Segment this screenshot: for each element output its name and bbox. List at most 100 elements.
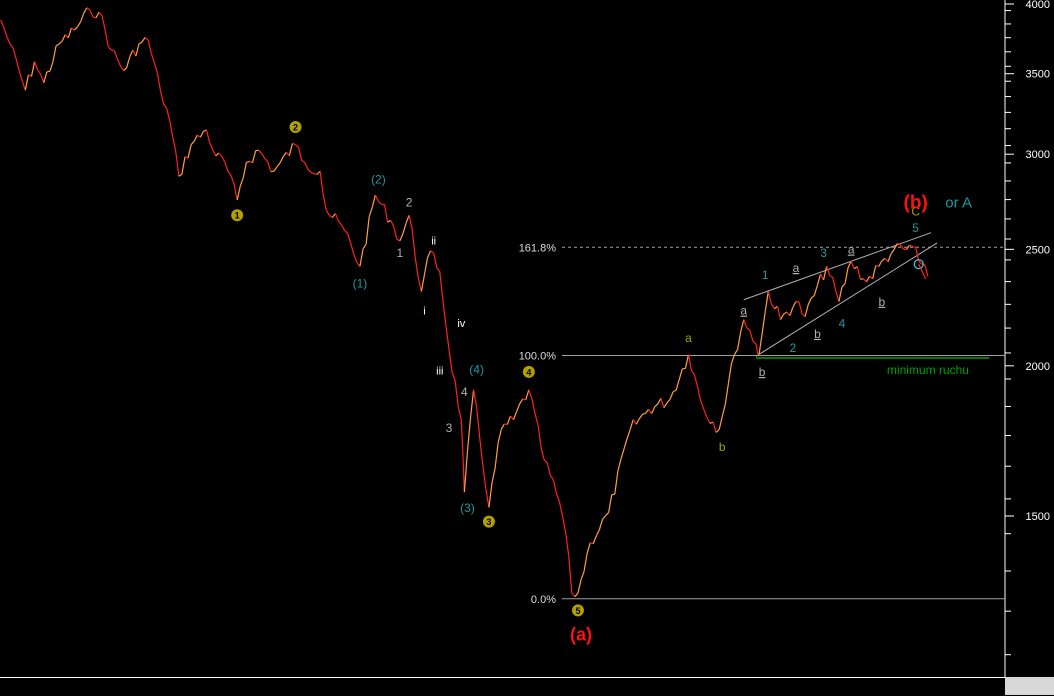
price-segment bbox=[117, 59, 120, 66]
price-segment bbox=[154, 63, 157, 73]
wave-label: or A bbox=[945, 194, 972, 211]
price-segment bbox=[799, 302, 802, 314]
price-segment bbox=[148, 40, 151, 53]
price-segment bbox=[240, 177, 243, 186]
price-segment bbox=[164, 104, 167, 108]
axis-corner bbox=[1005, 677, 1054, 695]
price-segment bbox=[879, 261, 882, 267]
price-segment bbox=[409, 215, 412, 229]
price-segment bbox=[351, 243, 354, 254]
wave-label: 2 bbox=[406, 195, 413, 209]
wave-label: 3 bbox=[446, 421, 453, 435]
price-segment bbox=[225, 162, 228, 171]
price-segment bbox=[127, 57, 130, 68]
price-segment bbox=[547, 463, 550, 476]
price-segment bbox=[219, 153, 222, 156]
price-segment bbox=[170, 120, 173, 137]
price-segment bbox=[47, 71, 50, 72]
price-segment bbox=[698, 387, 701, 401]
price-segment bbox=[210, 142, 213, 149]
price-segment bbox=[839, 287, 842, 302]
price-segment bbox=[231, 175, 234, 184]
price-segment bbox=[84, 8, 87, 14]
channel-line bbox=[744, 233, 931, 300]
wave-label: a bbox=[848, 243, 855, 257]
wave-label: 4 bbox=[526, 367, 531, 377]
price-segment bbox=[863, 279, 866, 282]
price-segment bbox=[768, 292, 771, 304]
fib-level-label: 100.0% bbox=[519, 350, 557, 362]
price-segment bbox=[173, 137, 176, 152]
price-segment bbox=[778, 306, 781, 319]
price-segment bbox=[882, 258, 885, 260]
price-segment bbox=[366, 217, 369, 245]
price-segment bbox=[913, 247, 916, 248]
price-segment bbox=[910, 245, 913, 246]
price-segment bbox=[688, 354, 691, 370]
y-tick-label: 3500 bbox=[1026, 69, 1050, 81]
price-segment bbox=[808, 298, 811, 305]
price-segment bbox=[541, 448, 544, 460]
price-segment bbox=[446, 326, 449, 350]
price-segment bbox=[888, 254, 891, 262]
price-segment bbox=[566, 533, 569, 556]
price-segment bbox=[283, 152, 286, 156]
price-segment bbox=[464, 452, 467, 493]
price-segment bbox=[458, 407, 461, 420]
price-segment bbox=[111, 50, 114, 51]
price-segment bbox=[550, 476, 553, 480]
price-segment bbox=[529, 390, 532, 399]
price-segment bbox=[569, 556, 572, 593]
price-segment bbox=[627, 430, 630, 439]
price-segment bbox=[526, 390, 529, 400]
price-segment bbox=[200, 131, 203, 137]
wave-label: b bbox=[879, 295, 886, 309]
price-segment bbox=[639, 414, 642, 418]
price-segment bbox=[19, 71, 22, 81]
fib-level-label: 161.8% bbox=[519, 242, 557, 254]
price-segment bbox=[563, 516, 566, 532]
price-segment bbox=[206, 130, 209, 142]
price-segment bbox=[338, 221, 341, 225]
price-segment bbox=[735, 349, 738, 354]
price-segment bbox=[636, 419, 639, 425]
wave-label: iv bbox=[457, 318, 465, 330]
price-segment bbox=[114, 51, 117, 59]
price-segment bbox=[520, 399, 523, 404]
price-segment bbox=[891, 249, 894, 253]
price-segment bbox=[495, 443, 498, 469]
price-segment bbox=[722, 404, 725, 416]
price-segment bbox=[16, 59, 19, 71]
price-segment bbox=[394, 227, 397, 240]
price-segment bbox=[44, 72, 47, 83]
price-segment bbox=[68, 28, 71, 38]
price-segment bbox=[673, 390, 676, 392]
wave-label: minimum ruchu bbox=[887, 363, 969, 377]
price-segment bbox=[532, 399, 535, 413]
price-segment bbox=[428, 251, 431, 258]
price-segment bbox=[587, 543, 590, 553]
price-segment bbox=[391, 220, 394, 226]
price-segment bbox=[243, 162, 246, 177]
price-segment bbox=[790, 307, 793, 315]
price-segment bbox=[584, 553, 587, 571]
price-segment bbox=[320, 171, 323, 194]
price-segment bbox=[87, 8, 90, 10]
price-segment bbox=[124, 68, 127, 71]
price-segment bbox=[38, 70, 41, 75]
price-segment bbox=[348, 234, 351, 244]
price-segment bbox=[728, 364, 731, 384]
price-segment bbox=[603, 516, 606, 520]
price-segment bbox=[385, 204, 388, 222]
price-segment bbox=[652, 407, 655, 414]
price-segment bbox=[403, 223, 406, 233]
y-tick-label: 3000 bbox=[1026, 149, 1050, 161]
price-segment bbox=[596, 530, 599, 536]
price-segment bbox=[78, 22, 81, 27]
price-segment bbox=[308, 169, 311, 172]
wave-label: iii bbox=[436, 366, 443, 378]
price-segment bbox=[90, 10, 93, 17]
price-segment bbox=[612, 494, 615, 495]
price-segment bbox=[649, 409, 652, 413]
price-segment bbox=[513, 412, 516, 420]
